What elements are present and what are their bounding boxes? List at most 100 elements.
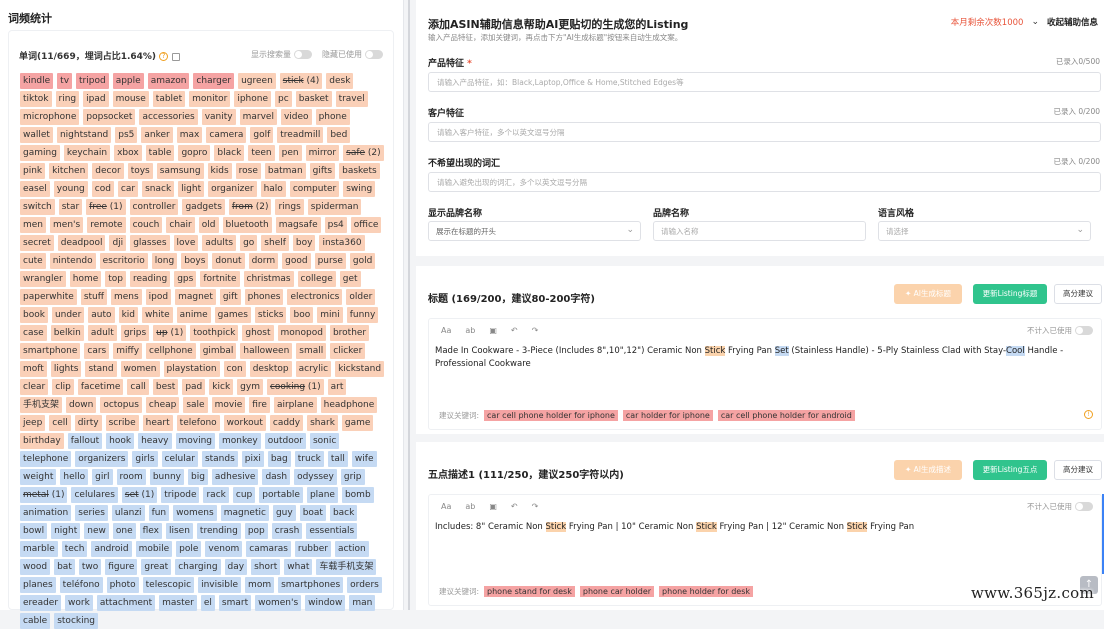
keyword-tag[interactable]: popsocket xyxy=(83,109,136,125)
keyword-tag[interactable]: 手机支架 xyxy=(20,397,63,413)
keyword-tag[interactable]: planes xyxy=(20,577,56,593)
keyword-tag[interactable]: smartphone xyxy=(20,343,81,359)
keyword-tag[interactable]: cars xyxy=(84,343,110,359)
keyword-tag[interactable]: plane xyxy=(306,487,338,503)
keyword-tag[interactable]: back xyxy=(329,505,358,521)
keyword-tag[interactable]: baskets xyxy=(339,163,380,179)
keyword-tag[interactable]: telephone xyxy=(20,451,72,467)
keyword-tag[interactable]: book xyxy=(20,307,48,323)
keyword-tag[interactable]: cup xyxy=(232,487,256,503)
keyword-tag[interactable]: ring xyxy=(55,91,80,107)
keyword-tag[interactable]: rings xyxy=(275,199,304,215)
chevron-down-icon[interactable]: ⌄ xyxy=(1031,17,1039,27)
keyword-tag[interactable]: women's xyxy=(255,595,302,611)
keyword-tag[interactable]: ghost xyxy=(242,325,274,341)
keyword-tag[interactable]: men's xyxy=(50,217,84,233)
switch[interactable] xyxy=(294,50,312,59)
keyword-tag[interactable]: samsung xyxy=(156,163,204,179)
keyword-tag[interactable]: what xyxy=(284,559,313,575)
switch[interactable] xyxy=(1075,502,1093,511)
keyword-tag[interactable]: white xyxy=(142,307,173,323)
keyword-tag[interactable]: long xyxy=(151,253,178,269)
keyword-tag[interactable]: shark xyxy=(307,415,338,431)
keyword-tag[interactable]: teen xyxy=(248,145,275,161)
suggested-keyword-chip[interactable]: car holder for iphone xyxy=(622,410,713,421)
keyword-tag[interactable]: mom xyxy=(245,577,275,593)
keyword-tag[interactable]: action xyxy=(334,541,369,557)
keyword-tag[interactable]: teléfono xyxy=(59,577,103,593)
keyword-tag[interactable]: wood xyxy=(20,559,51,575)
keyword-tag[interactable]: pop xyxy=(244,523,268,539)
keyword-tag[interactable]: halloween xyxy=(240,343,293,359)
keyword-tag[interactable]: tripod xyxy=(76,73,109,89)
keyword-tag[interactable]: ipad xyxy=(83,91,109,107)
keyword-tag[interactable]: toothpick xyxy=(190,325,239,341)
keyword-tag[interactable]: couch xyxy=(129,217,163,233)
keyword-tag[interactable]: gopro xyxy=(178,145,211,161)
keyword-tag[interactable]: stick (4) xyxy=(279,73,323,89)
keyword-tag[interactable]: purse xyxy=(314,253,346,269)
ai-generate-title-button[interactable]: ✦ AI生成标题 xyxy=(894,284,962,304)
keyword-tag[interactable]: birthday xyxy=(20,433,64,449)
keyword-tag[interactable]: cooking (1) xyxy=(266,379,324,395)
keyword-tag[interactable]: smartphones xyxy=(278,577,344,593)
keyword-tag[interactable]: lisen xyxy=(165,523,193,539)
keyword-tag[interactable]: organizer xyxy=(208,181,257,197)
exclude-words-input[interactable]: 请输入避免出现的词汇，多个以英文逗号分隔 xyxy=(428,172,1101,192)
keyword-tag[interactable]: phones xyxy=(244,289,284,305)
not-counted-toggle[interactable]: 不计入已使用 xyxy=(1027,325,1093,336)
keyword-tag[interactable]: desk xyxy=(326,73,354,89)
keyword-tag[interactable]: kickstand xyxy=(335,361,385,377)
keyword-tag[interactable]: black xyxy=(214,145,245,161)
keyword-tag[interactable]: go xyxy=(240,235,258,251)
keyword-tag[interactable]: fire xyxy=(249,397,270,413)
keyword-tag[interactable]: cheap xyxy=(145,397,180,413)
keyword-tag[interactable]: chair xyxy=(166,217,195,233)
keyword-tag[interactable]: pole xyxy=(176,541,202,557)
keyword-tag[interactable]: attachment xyxy=(96,595,156,611)
keyword-tag[interactable]: vanity xyxy=(201,109,236,125)
keyword-tag[interactable]: case xyxy=(20,325,47,341)
keyword-tag[interactable]: auto xyxy=(88,307,115,323)
keyword-tag[interactable]: hello xyxy=(60,469,89,485)
keyword-tag[interactable]: tiktok xyxy=(20,91,52,107)
keyword-tag[interactable]: small xyxy=(296,343,327,359)
keyword-tag[interactable]: swing xyxy=(343,181,376,197)
keyword-tag[interactable]: bed xyxy=(327,127,351,143)
keyword-tag[interactable]: gold xyxy=(349,253,376,269)
keyword-tag[interactable]: grips xyxy=(120,325,150,341)
keyword-tag[interactable]: portable xyxy=(259,487,303,503)
keyword-tag[interactable]: two xyxy=(78,559,102,575)
keyword-tag[interactable]: travel xyxy=(335,91,368,107)
keyword-tag[interactable]: playstation xyxy=(163,361,220,377)
keyword-tag[interactable]: monopod xyxy=(277,325,326,341)
keyword-tag[interactable]: celulares xyxy=(71,487,118,503)
keyword-tag[interactable]: ps5 xyxy=(115,127,138,143)
keyword-tag[interactable]: womens xyxy=(173,505,217,521)
keyword-tag[interactable]: basket xyxy=(295,91,332,107)
keyword-tag[interactable]: headphone xyxy=(320,397,378,413)
keyword-tag[interactable]: rose xyxy=(235,163,261,179)
keyword-tag[interactable]: hook xyxy=(106,433,135,449)
keyword-tag[interactable]: insta360 xyxy=(319,235,365,251)
keyword-tag[interactable]: movie xyxy=(211,397,246,413)
keyword-tag[interactable]: ipod xyxy=(145,289,172,305)
keyword-tag[interactable]: men xyxy=(20,217,47,233)
keyword-tag[interactable]: invisible xyxy=(198,577,242,593)
keyword-tag[interactable]: dirty xyxy=(74,415,102,431)
toggle-hide-used[interactable]: 隐藏已使用 xyxy=(322,49,383,60)
keyword-tag[interactable]: gps xyxy=(174,271,197,287)
keyword-tag[interactable]: boys xyxy=(181,253,209,269)
keyword-tag[interactable]: grip xyxy=(340,469,365,485)
copy-icon[interactable] xyxy=(172,52,181,61)
keyword-tag[interactable]: moft xyxy=(20,361,47,377)
keyword-tag[interactable]: clear xyxy=(20,379,49,395)
keyword-tag[interactable]: clip xyxy=(52,379,74,395)
keyword-tag[interactable]: office xyxy=(350,217,382,233)
update-listing-title-button[interactable]: 更新Listing标题 xyxy=(973,284,1047,304)
switch[interactable] xyxy=(365,50,383,59)
keyword-tag[interactable]: celular xyxy=(161,451,198,467)
keyword-tag[interactable]: amazon xyxy=(147,73,190,89)
keyword-tag[interactable]: miffy xyxy=(113,343,143,359)
keyword-tag[interactable]: light xyxy=(178,181,205,197)
